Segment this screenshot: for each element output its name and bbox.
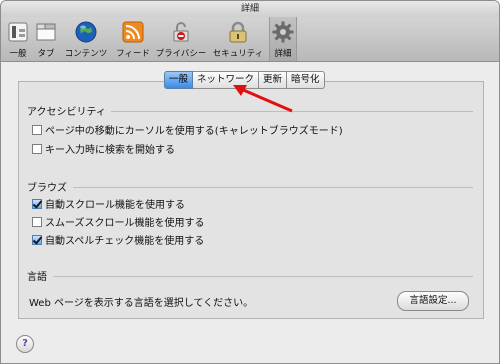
- browse-heading: ブラウズ: [27, 183, 67, 194]
- tab-general[interactable]: 一般: [164, 71, 194, 89]
- smooth-scroll-label: スムーズスクロール機能を使用する: [45, 218, 205, 229]
- rss-icon: [122, 21, 144, 43]
- tab-updates[interactable]: 更新: [259, 71, 288, 89]
- toolbar-item-privacy[interactable]: プライバシー: [153, 17, 209, 61]
- search-on-type-option[interactable]: キー入力時に検索を開始する: [32, 144, 175, 158]
- toolbar-label: コンテンツ: [64, 49, 108, 59]
- smooth-scroll-option[interactable]: スムーズスクロール機能を使用する: [32, 217, 205, 231]
- spellcheck-checkbox[interactable]: [32, 235, 42, 245]
- caret-browsing-label: ページ中の移動にカーソルを使用する(キャレットブラウズモード): [45, 126, 343, 137]
- preferences-toolbar: 一般 タブ コンテンツ フィード プライバシー セキュリティ 詳細: [1, 17, 499, 62]
- toolbar-label: タブ: [37, 49, 55, 59]
- autoscroll-option[interactable]: 自動スクロール機能を使用する: [32, 199, 185, 213]
- gear-icon: [272, 21, 294, 43]
- autoscroll-checkbox[interactable]: [32, 199, 42, 209]
- search-on-type-checkbox[interactable]: [32, 144, 42, 154]
- language-description: Web ページを表示する言語を選択してください。: [29, 298, 254, 309]
- section-divider: [111, 111, 473, 112]
- toolbar-label: フィード: [116, 49, 150, 59]
- toolbar-item-content[interactable]: コンテンツ: [59, 17, 113, 61]
- language-settings-button[interactable]: 言語設定...: [397, 291, 469, 311]
- tab-encryption[interactable]: 暗号化: [287, 71, 325, 89]
- preferences-window: 詳細 一般 タブ コンテンツ フィード プライバシー セキュリティ 詳細 一般 …: [0, 0, 500, 364]
- toolbar-label: 一般: [9, 49, 27, 59]
- tabs-icon: [36, 23, 56, 41]
- toolbar-item-tabs[interactable]: タブ: [33, 17, 59, 61]
- toolbar-label: 詳細: [274, 49, 292, 59]
- caret-browsing-checkbox[interactable]: [32, 125, 42, 135]
- toolbar-label: セキュリティ: [212, 49, 264, 59]
- smooth-scroll-checkbox[interactable]: [32, 217, 42, 227]
- tab-bar: 一般 ネットワーク 更新 暗号化: [164, 71, 325, 89]
- spellcheck-label: 自動スペルチェック機能を使用する: [45, 236, 205, 247]
- accessibility-heading: アクセシビリティ: [27, 107, 106, 118]
- spellcheck-option[interactable]: 自動スペルチェック機能を使用する: [32, 235, 204, 249]
- caret-browsing-option[interactable]: ページ中の移動にカーソルを使用する(キャレットブラウズモード): [32, 125, 343, 139]
- toolbar-item-general[interactable]: 一般: [3, 17, 33, 61]
- globe-icon: [75, 21, 97, 43]
- autoscroll-label: 自動スクロール機能を使用する: [45, 200, 185, 211]
- tab-network[interactable]: ネットワーク: [193, 71, 260, 89]
- section-divider: [73, 187, 473, 188]
- search-on-type-label: キー入力時に検索を開始する: [45, 145, 175, 156]
- language-heading: 言語: [27, 272, 47, 283]
- lock-icon: [173, 22, 189, 42]
- switch-icon: [8, 22, 28, 42]
- toolbar-item-advanced[interactable]: 詳細: [269, 17, 297, 61]
- padlock-icon: [229, 21, 247, 43]
- toolbar-item-security[interactable]: セキュリティ: [209, 17, 267, 61]
- window-title: 詳細: [1, 1, 499, 17]
- section-divider: [53, 276, 473, 277]
- help-button[interactable]: ?: [16, 335, 34, 353]
- toolbar-label: プライバシー: [155, 49, 207, 59]
- toolbar-item-feeds[interactable]: フィード: [113, 17, 153, 61]
